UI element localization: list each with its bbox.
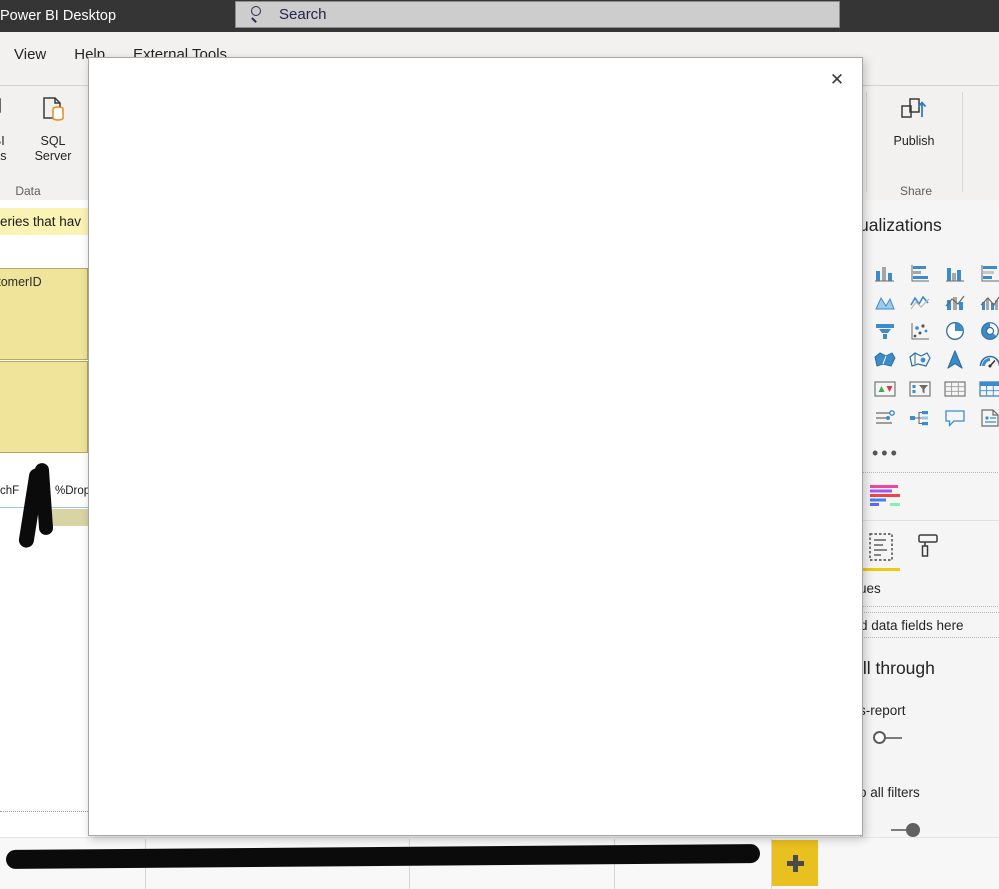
ribbon-group-separator-right (962, 92, 963, 192)
visual-stacked-column-chart[interactable] (902, 258, 937, 287)
ribbon-group-share-caption: Share (899, 184, 933, 198)
more-visuals-button[interactable]: ••• (872, 444, 900, 462)
pane-section-separator (863, 520, 999, 521)
ribbon-group-data: r BI sets SQL Server Data (0, 90, 92, 198)
cross-report-toggle[interactable] (864, 731, 902, 745)
visual-filled-map[interactable] (867, 345, 902, 374)
cross-report-label: s-report (859, 703, 906, 718)
sql-server-label-line1: SQL (40, 134, 66, 148)
visual-scatter-chart[interactable] (902, 316, 937, 345)
canvas-note-text: eries that hav (0, 214, 82, 229)
visual-line-and-clustered-column-chart[interactable] (972, 287, 999, 316)
slicer-customerid-title: CustomerID (0, 275, 42, 289)
canvas-dotted-guide (0, 811, 88, 812)
ribbon-group-data-caption: Data (15, 184, 41, 198)
slicer-tm[interactable]: TM All (0, 361, 88, 453)
publish-icon (883, 90, 945, 134)
sql-server-button[interactable]: SQL Server (22, 90, 84, 164)
visual-stacked-area-chart[interactable] (867, 287, 902, 316)
wells-divider (863, 606, 999, 607)
visual-kpi[interactable] (867, 374, 902, 403)
visual-pie-chart[interactable] (937, 316, 972, 345)
slicer-tm-title: TM (0, 362, 87, 382)
title-bar: Power BI Desktop Search (0, 0, 999, 32)
visual-key-influencers[interactable] (867, 403, 902, 432)
slicer-customerid[interactable]: CustomerID All (0, 268, 88, 360)
toggle-knob-on (906, 823, 920, 837)
visualizations-pane: ualizations ••• ues d data fields here i… (858, 200, 999, 889)
values-field-well-placeholder: d data fields here (860, 617, 964, 633)
visual-decomposition-tree[interactable] (902, 403, 937, 432)
slicer-tm-value[interactable]: All (0, 382, 87, 405)
visual-funnel-chart[interactable] (867, 316, 902, 345)
theme-colors-thumbnail[interactable] (868, 483, 914, 513)
app-title: Power BI Desktop (0, 8, 117, 24)
visualizations-pane-divider (863, 472, 999, 473)
visual-donut-chart[interactable] (972, 316, 999, 345)
tab-view[interactable]: View (0, 46, 60, 63)
add-page-button[interactable] (772, 840, 818, 886)
search-input[interactable]: Search (235, 1, 840, 28)
visual-table[interactable] (937, 374, 972, 403)
visualizations-pane-title: ualizations (859, 215, 942, 235)
toggle-knob-off (873, 731, 886, 744)
visual-slicer[interactable] (902, 374, 937, 403)
ribbon-group-separator-left (866, 92, 867, 192)
visual-qna[interactable] (937, 403, 972, 432)
table-cell-highlight (52, 509, 90, 526)
drillthrough-section-title: ill through (859, 658, 935, 678)
visual-stacked-bar-chart[interactable] (867, 258, 902, 287)
sql-server-label-line2: Server (34, 149, 72, 163)
table-column-header-pctdrop: %Drop (55, 485, 91, 497)
publish-button[interactable]: Publish (883, 90, 945, 149)
visual-gauge[interactable] (972, 345, 999, 374)
visual-type-gallery (867, 258, 999, 432)
tab-format-pane[interactable] (911, 530, 947, 566)
table-column-header-chf: chF (0, 485, 20, 497)
visual-clustered-bar-chart[interactable] (937, 258, 972, 287)
sql-server-icon (22, 90, 84, 134)
visual-map[interactable] (902, 345, 937, 374)
plus-icon (786, 854, 804, 872)
modal-dialog: ✕ (88, 57, 863, 836)
power-bi-desktop-window: Power BI Desktop Search View Help Extern… (0, 0, 999, 889)
keep-all-filters-toggle[interactable] (881, 823, 920, 837)
visual-clustered-column-chart[interactable] (972, 258, 999, 287)
values-field-well[interactable]: d data fields here (859, 612, 999, 638)
search-placeholder: Search (279, 6, 327, 23)
tab-fields-active-indicator (858, 568, 900, 571)
visual-line-chart[interactable] (902, 287, 937, 316)
visual-line-and-stacked-column-chart[interactable] (937, 287, 972, 316)
visual-arcgis-map[interactable] (937, 345, 972, 374)
tab-fields-pane[interactable] (864, 530, 898, 570)
keep-all-filters-label: o all filters (859, 785, 920, 800)
slicer-customerid-value[interactable]: All (0, 289, 87, 312)
ribbon-group-share: Publish Share (870, 90, 962, 198)
modal-dialog-body (89, 58, 862, 835)
visual-matrix[interactable] (972, 374, 999, 403)
publish-label: Publish (893, 134, 935, 148)
visual-paginated-report[interactable] (972, 403, 999, 432)
close-icon[interactable]: ✕ (822, 66, 852, 94)
search-icon (250, 6, 267, 23)
canvas-note-banner: eries that hav (0, 208, 88, 235)
